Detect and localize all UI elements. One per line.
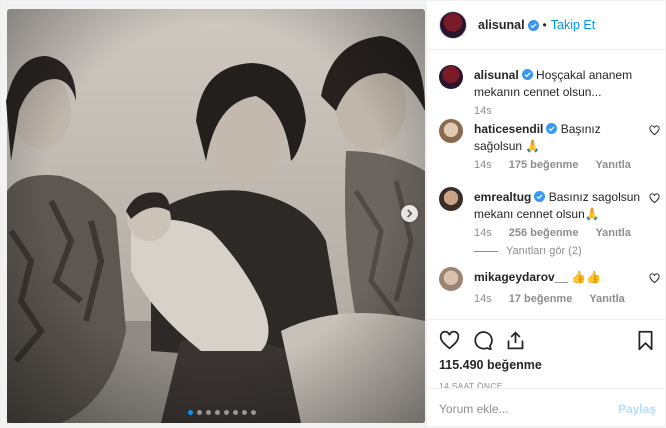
share-icon[interactable]: [505, 330, 526, 351]
comment-username[interactable]: haticesendil: [474, 122, 543, 136]
author-username[interactable]: alisunal: [478, 18, 525, 32]
carousel-dot: [206, 410, 211, 415]
comment-username[interactable]: emrealtug: [474, 190, 531, 204]
carousel-dot: [197, 410, 202, 415]
avatar[interactable]: [439, 65, 463, 89]
carousel-dot: [224, 410, 229, 415]
comments-list: alisunal Hoşçakal ananem mekanın cennet …: [427, 51, 666, 319]
comment-username[interactable]: mikageydarov__: [474, 270, 568, 284]
verified-badge-icon: [527, 19, 539, 31]
comment-likes[interactable]: 175 beğenme: [509, 159, 579, 171]
reply-button[interactable]: Yanıtla: [589, 293, 624, 305]
comment-composer: Paylaş: [427, 388, 666, 428]
post-comment-button[interactable]: Paylaş: [618, 402, 656, 416]
comment-time[interactable]: 14s: [474, 293, 492, 305]
comment-time[interactable]: 14s: [474, 159, 492, 171]
comment-text: 👍👍: [571, 270, 602, 284]
vintage-family-photo: [1, 1, 426, 428]
comment-likes[interactable]: 17 beğenme: [509, 293, 573, 305]
heart-icon[interactable]: [649, 193, 660, 204]
caption-username[interactable]: alisunal: [474, 68, 519, 82]
reply-button[interactable]: Yanıtla: [595, 159, 630, 171]
comment-time[interactable]: 14s: [474, 227, 492, 239]
comment-input[interactable]: [439, 401, 618, 416]
avatar[interactable]: [439, 119, 463, 143]
avatar[interactable]: [439, 187, 463, 211]
carousel-dot: [188, 410, 193, 415]
follow-button[interactable]: Takip Et: [551, 18, 595, 32]
chevron-right-icon: [407, 209, 413, 218]
separator-dot: •: [542, 18, 547, 32]
view-replies-label: Yanıtları gör (2): [506, 245, 582, 257]
post-header: alisunal • Takip Et: [427, 1, 666, 50]
post-photo[interactable]: [1, 1, 426, 428]
instagram-post: alisunal • Takip Et alisunal Hoşçakal an…: [0, 0, 666, 428]
bookmark-icon[interactable]: [635, 330, 656, 351]
carousel-dot: [242, 410, 247, 415]
avatar[interactable]: [439, 267, 463, 291]
verified-badge-icon: [546, 123, 558, 134]
heart-icon[interactable]: [649, 125, 660, 136]
author-avatar[interactable]: [439, 11, 467, 39]
view-replies-button[interactable]: Yanıtları gör (2): [474, 245, 582, 257]
like-count[interactable]: 115.490 beğenme: [439, 358, 656, 372]
next-slide-button[interactable]: [401, 205, 418, 222]
carousel-indicator: [188, 410, 256, 415]
heart-icon[interactable]: [439, 330, 460, 351]
caption-time[interactable]: 14s: [474, 105, 492, 117]
carousel-dot: [251, 410, 256, 415]
carousel-dot: [215, 410, 220, 415]
post-actions: 115.490 beğenme 14 SAAT ÖNCE: [427, 319, 666, 391]
verified-badge-icon: [521, 69, 533, 80]
post-side-panel: alisunal • Takip Et alisunal Hoşçakal an…: [426, 1, 666, 428]
comment-icon[interactable]: [472, 330, 493, 351]
heart-icon[interactable]: [649, 273, 660, 284]
reply-button[interactable]: Yanıtla: [595, 227, 630, 239]
carousel-dot: [233, 410, 238, 415]
verified-badge-icon: [534, 191, 546, 202]
replies-divider: [474, 250, 498, 252]
comment-likes[interactable]: 256 beğenme: [509, 227, 579, 239]
